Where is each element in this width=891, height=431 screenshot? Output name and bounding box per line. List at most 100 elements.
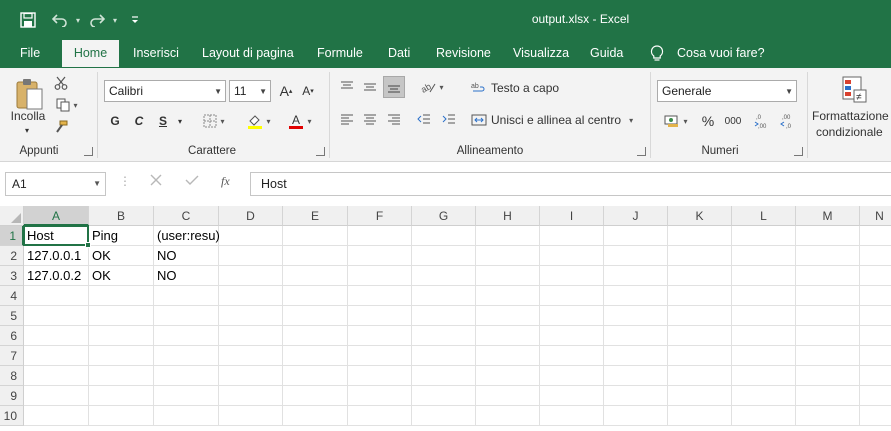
cell-h6[interactable] [476, 326, 540, 346]
percent-style-button[interactable]: % [699, 111, 717, 131]
tab-home[interactable]: Home [62, 40, 119, 69]
cell-c1[interactable]: (user:resu) [154, 226, 220, 246]
cell-j3[interactable] [604, 266, 668, 286]
cell-a3[interactable]: 127.0.0.2 [24, 266, 89, 286]
cell-j4[interactable] [604, 286, 668, 306]
merge-center-button[interactable]: Unisci e allinea al centro ▾ [471, 110, 639, 130]
cell-c3[interactable]: NO [154, 266, 219, 286]
cell-m7[interactable] [796, 346, 860, 366]
wrap-text-button[interactable]: ab Testo a capo [471, 78, 563, 98]
increase-decimal-icon[interactable]: ,0 ,00 [752, 109, 774, 133]
cell-h8[interactable] [476, 366, 540, 386]
underline-dropdown-icon[interactable]: ▾ [174, 111, 186, 131]
cell-d10[interactable] [219, 406, 283, 426]
cell-c9[interactable] [154, 386, 219, 406]
font-launcher-icon[interactable] [316, 147, 325, 156]
cancel-icon[interactable] [149, 173, 163, 190]
cell-i3[interactable] [540, 266, 604, 286]
cell-k3[interactable] [668, 266, 732, 286]
cell-g1[interactable] [412, 226, 476, 246]
conditional-formatting-line1[interactable]: Formattazione [812, 108, 891, 124]
cell-n5[interactable] [860, 306, 891, 326]
cell-m8[interactable] [796, 366, 860, 386]
orientation-icon[interactable]: ab ▾ [415, 78, 449, 96]
font-name-select[interactable]: Calibri ▼ [104, 80, 226, 102]
cell-i8[interactable] [540, 366, 604, 386]
format-painter-icon[interactable] [52, 118, 70, 136]
cell-l7[interactable] [732, 346, 796, 366]
cell-d6[interactable] [219, 326, 283, 346]
cell-i1[interactable] [540, 226, 604, 246]
cell-e10[interactable] [283, 406, 348, 426]
cell-h2[interactable] [476, 246, 540, 266]
font-color-icon[interactable]: A ▾ [283, 111, 317, 131]
column-header-k[interactable]: K [668, 206, 732, 226]
cell-c7[interactable] [154, 346, 219, 366]
cell-h10[interactable] [476, 406, 540, 426]
cell-h3[interactable] [476, 266, 540, 286]
cell-a7[interactable] [24, 346, 89, 366]
decrease-font-size-icon[interactable]: A ▾ [299, 81, 317, 101]
fill-color-icon[interactable]: ▾ [243, 111, 275, 131]
cell-i4[interactable] [540, 286, 604, 306]
cell-d3[interactable] [219, 266, 283, 286]
row-header-6[interactable]: 6 [0, 326, 24, 346]
cell-m1[interactable] [796, 226, 860, 246]
cell-m2[interactable] [796, 246, 860, 266]
cell-i5[interactable] [540, 306, 604, 326]
cell-g3[interactable] [412, 266, 476, 286]
column-header-m[interactable]: M [796, 206, 860, 226]
cell-n6[interactable] [860, 326, 891, 346]
cell-d7[interactable] [219, 346, 283, 366]
cell-j2[interactable] [604, 246, 668, 266]
tab-page-layout[interactable]: Layout di pagina [193, 40, 303, 68]
cell-k10[interactable] [668, 406, 732, 426]
cell-e1[interactable] [283, 226, 348, 246]
column-header-c[interactable]: C [154, 206, 219, 226]
cell-k9[interactable] [668, 386, 732, 406]
name-box[interactable]: A1 ▼ [5, 172, 106, 196]
paste-button[interactable]: Incolla [6, 108, 50, 124]
cell-a2[interactable]: 127.0.0.1 [24, 246, 89, 266]
cell-m9[interactable] [796, 386, 860, 406]
column-header-g[interactable]: G [412, 206, 476, 226]
tab-help[interactable]: Guida [581, 40, 632, 68]
cell-n1[interactable] [860, 226, 891, 246]
cell-i7[interactable] [540, 346, 604, 366]
row-header-9[interactable]: 9 [0, 386, 24, 406]
cell-g2[interactable] [412, 246, 476, 266]
cell-b6[interactable] [89, 326, 154, 346]
cell-m4[interactable] [796, 286, 860, 306]
cell-j8[interactable] [604, 366, 668, 386]
cell-d1[interactable] [219, 226, 283, 246]
cell-k1[interactable] [668, 226, 732, 246]
cell-k8[interactable] [668, 366, 732, 386]
column-header-j[interactable]: J [604, 206, 668, 226]
cell-a9[interactable] [24, 386, 89, 406]
row-header-8[interactable]: 8 [0, 366, 24, 386]
cell-f3[interactable] [348, 266, 412, 286]
cell-e3[interactable] [283, 266, 348, 286]
cell-n2[interactable] [860, 246, 891, 266]
cell-b9[interactable] [89, 386, 154, 406]
bold-button[interactable]: G [106, 111, 124, 131]
cell-c2[interactable]: NO [154, 246, 219, 266]
cell-f9[interactable] [348, 386, 412, 406]
cell-a8[interactable] [24, 366, 89, 386]
row-header-2[interactable]: 2 [0, 246, 24, 266]
number-launcher-icon[interactable] [794, 147, 803, 156]
cell-d9[interactable] [219, 386, 283, 406]
cell-a5[interactable] [24, 306, 89, 326]
cell-f6[interactable] [348, 326, 412, 346]
row-header-4[interactable]: 4 [0, 286, 24, 306]
font-size-select[interactable]: 11 ▼ [229, 80, 271, 102]
align-right-icon[interactable] [385, 110, 403, 128]
cell-n10[interactable] [860, 406, 891, 426]
cell-h7[interactable] [476, 346, 540, 366]
cell-k2[interactable] [668, 246, 732, 266]
cell-j1[interactable] [604, 226, 668, 246]
cell-n4[interactable] [860, 286, 891, 306]
italic-button[interactable]: C [130, 111, 148, 131]
cell-l9[interactable] [732, 386, 796, 406]
cell-n8[interactable] [860, 366, 891, 386]
